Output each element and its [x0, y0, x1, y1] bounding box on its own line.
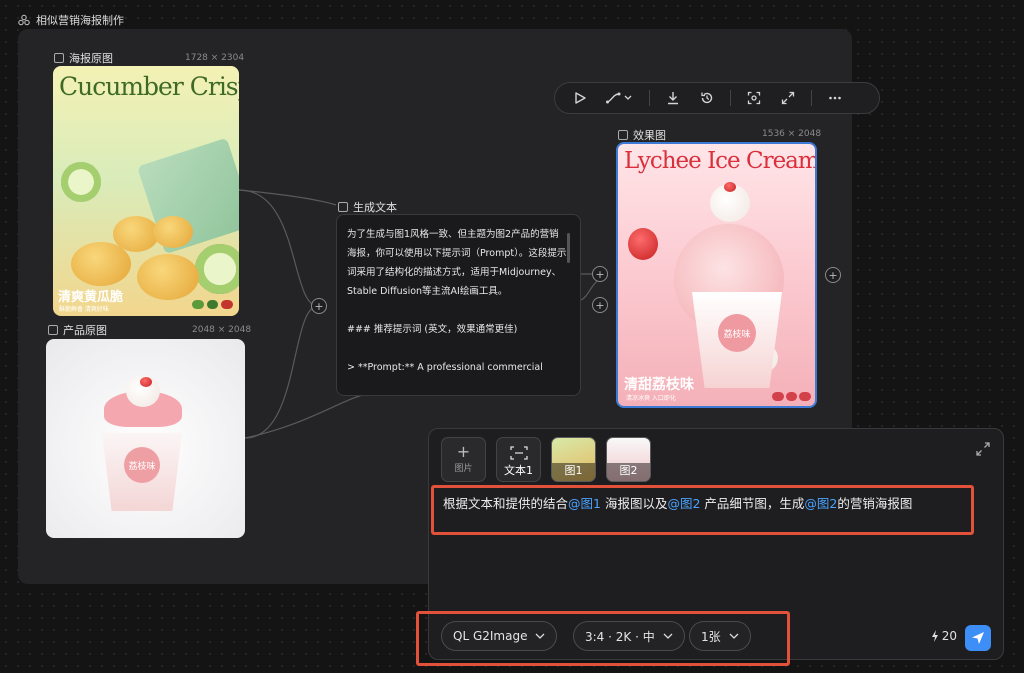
add-connection-button[interactable]: +: [592, 297, 608, 313]
credits-display: 20: [931, 629, 957, 643]
plus-icon: +: [595, 298, 605, 312]
generated-text-label: 生成文本: [338, 199, 397, 215]
image-icon: [48, 325, 58, 335]
connect-icon[interactable]: [603, 87, 637, 109]
effect-label: 效果图: [618, 127, 666, 143]
add-connection-button[interactable]: +: [825, 267, 841, 283]
poster-original-image[interactable]: Cucumber Crisp 清爽黄瓜脆 酥脆鲜香 清爽好味: [53, 66, 239, 316]
cup-badge: 荔枝味: [718, 314, 756, 352]
group-title: 相似营销海报制作: [18, 12, 124, 28]
generated-text-body: 为了生成与图1风格一致、但主题为图2产品的营销海报，你可以使用以下提示词（Pro…: [347, 229, 567, 373]
add-image-button[interactable]: + 图片: [441, 437, 486, 482]
fullscreen-icon[interactable]: [777, 87, 799, 109]
add-connection-button[interactable]: +: [311, 298, 327, 314]
cup-graphic: 荔枝味: [102, 432, 182, 511]
cup-graphic: 荔枝味: [692, 292, 782, 388]
play-icon[interactable]: [569, 87, 591, 109]
tag-pill: [785, 392, 798, 401]
text-scan-icon: [509, 446, 528, 460]
download-icon[interactable]: [662, 87, 684, 109]
poster-subtitle: 清爽黄瓜脆: [58, 290, 124, 305]
poster-title: Cucumber Crisp: [59, 72, 239, 101]
tag-pill: [191, 300, 204, 309]
chip-graphic: [71, 242, 131, 286]
send-icon: [972, 632, 984, 644]
image-icon: [54, 53, 64, 63]
tag-pill: [221, 300, 233, 309]
product-original-label: 产品原图: [48, 322, 107, 338]
scan-icon[interactable]: [743, 87, 765, 109]
attachment-row: + 图片 文本1 图1 图2: [441, 437, 651, 482]
text-icon: [338, 202, 348, 212]
lightning-icon: [931, 630, 938, 642]
history-icon[interactable]: [696, 87, 718, 109]
plus-icon: +: [314, 299, 324, 313]
text-scrollbar[interactable]: [567, 233, 570, 263]
plus-icon: +: [828, 268, 838, 282]
attachment-image1-label: 图1: [564, 464, 583, 477]
chip-graphic: [137, 254, 199, 300]
product-original-image[interactable]: 荔枝味: [46, 339, 245, 538]
poster-tags: [191, 300, 233, 309]
toolbar-divider: [649, 90, 650, 106]
chip-graphic: [153, 216, 193, 248]
lychee-graphic: [628, 228, 658, 260]
group-icon: [18, 14, 30, 26]
credits-value: 20: [941, 629, 957, 643]
attachment-image2-label: 图2: [619, 464, 638, 477]
effect-dims: 1536 × 2048: [762, 129, 822, 139]
poster-tagline: 酥脆鲜香 清爽好味: [59, 306, 109, 313]
effect-tags: [771, 392, 811, 401]
tag-pill: [771, 392, 784, 401]
tag-pill: [206, 300, 219, 309]
lychee-skin: [724, 182, 736, 192]
node-toolbar: [554, 82, 880, 114]
add-connection-button[interactable]: +: [592, 266, 608, 282]
poster-original-dims: 1728 × 2304: [185, 53, 245, 63]
plus-icon: +: [595, 267, 605, 281]
attachment-image2[interactable]: 图2: [606, 437, 651, 482]
highlight-prompt-box: [431, 485, 974, 535]
cup-badge: 荔枝味: [124, 447, 160, 483]
plus-icon: +: [456, 442, 471, 461]
expand-icon[interactable]: [975, 441, 991, 457]
send-button[interactable]: [965, 625, 991, 651]
effect-title: Lychee Ice Cream: [624, 148, 817, 174]
toolbar-divider: [730, 90, 731, 106]
generated-text-node[interactable]: 为了生成与图1风格一致、但主题为图2产品的营销海报，你可以使用以下提示词（Pro…: [336, 214, 581, 396]
product-original-dims: 2048 × 2048: [192, 325, 252, 335]
attachment-text1-label: 文本1: [504, 464, 533, 477]
effect-image[interactable]: Lychee Ice Cream 荔枝味 清甜荔枝味 清凉冰爽 入口即化: [616, 142, 817, 408]
cucumber-slice: [61, 162, 101, 202]
attachment-text1[interactable]: 文本1: [496, 437, 541, 482]
effect-tagline: 清凉冰爽 入口即化: [626, 395, 676, 402]
toolbar-divider: [811, 90, 812, 106]
effect-subtitle: 清甜荔枝味: [624, 377, 694, 393]
lychee-skin: [140, 377, 152, 387]
group-title-text: 相似营销海报制作: [36, 14, 124, 27]
image-icon: [618, 130, 628, 140]
highlight-options-box: [416, 611, 790, 666]
cucumber-slice: [195, 244, 239, 294]
attachment-image1[interactable]: 图1: [551, 437, 596, 482]
tag-pill: [799, 392, 811, 401]
add-image-label: 图片: [454, 464, 473, 474]
more-icon[interactable]: [824, 87, 846, 109]
poster-original-label: 海报原图: [54, 50, 113, 66]
